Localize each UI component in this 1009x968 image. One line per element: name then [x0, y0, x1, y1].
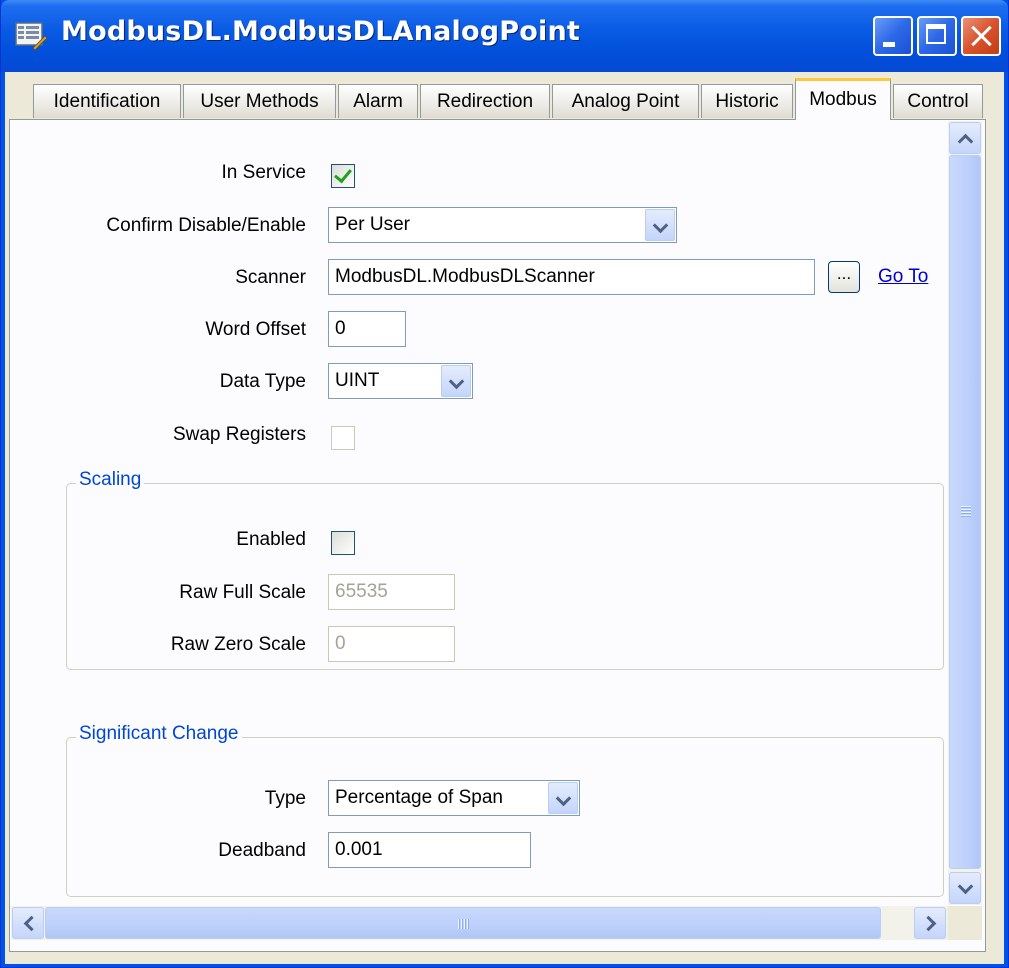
vertical-scroll-thumb[interactable] — [949, 155, 981, 869]
tab-identification[interactable]: Identification — [33, 84, 181, 118]
scaling-enabled-checkbox[interactable] — [331, 531, 355, 555]
checkmark-icon — [334, 164, 352, 184]
deadband-label: Deadband — [218, 840, 306, 861]
scroll-right-button[interactable] — [914, 907, 946, 939]
chevron-down-icon[interactable] — [645, 209, 675, 241]
tab-redirection[interactable]: Redirection — [420, 84, 550, 118]
tab-analog-point[interactable]: Analog Point — [552, 84, 699, 118]
dialog-window: ModbusDL.ModbusDLAnalogPoint Identificat… — [0, 0, 1009, 968]
significant-change-group-title: Significant Change — [76, 723, 242, 745]
horizontal-scroll-thumb[interactable] — [45, 907, 881, 939]
scanner-field[interactable]: ModbusDL.ModbusDLScanner — [328, 259, 815, 295]
browse-scanner-button[interactable]: ... — [828, 261, 860, 293]
chevron-down-icon[interactable] — [548, 782, 578, 814]
grip-icon — [458, 919, 470, 929]
word-offset-field[interactable]: 0 — [328, 311, 406, 347]
scrollbar-corner — [948, 906, 982, 940]
vertical-scrollbar[interactable] — [948, 121, 982, 905]
scroll-left-button[interactable] — [12, 907, 44, 939]
deadband-field[interactable]: 0.001 — [328, 832, 531, 868]
raw-zero-scale-label: Raw Zero Scale — [170, 634, 306, 655]
scaling-group-title: Scaling — [76, 469, 145, 491]
tab-alarm[interactable]: Alarm — [338, 84, 418, 118]
swap-registers-label: Swap Registers — [172, 424, 306, 445]
grip-icon — [961, 506, 971, 518]
maximize-button[interactable] — [917, 16, 957, 56]
confirm-disable-enable-label: Confirm Disable/Enable — [106, 215, 306, 236]
significant-change-type-label: Type — [264, 788, 306, 809]
go-to-link[interactable]: Go To — [878, 266, 928, 288]
horizontal-scrollbar[interactable] — [11, 906, 948, 940]
data-type-label: Data Type — [219, 371, 306, 392]
significant-change-group — [66, 737, 944, 897]
close-button[interactable] — [961, 16, 1001, 56]
form-icon — [15, 22, 47, 51]
raw-zero-scale-field[interactable]: 0 — [328, 626, 455, 662]
word-offset-label: Word Offset — [205, 319, 306, 340]
minimize-button[interactable] — [873, 16, 913, 56]
tab-modbus[interactable]: Modbus — [795, 78, 891, 120]
tab-control[interactable]: Control — [893, 84, 983, 118]
chevron-down-icon[interactable] — [441, 365, 471, 397]
significant-change-type-select[interactable]: Percentage of Span — [328, 780, 580, 816]
raw-full-scale-label: Raw Full Scale — [179, 582, 306, 603]
in-service-label: In Service — [221, 162, 306, 183]
scroll-down-button[interactable] — [949, 872, 981, 904]
tab-user-methods[interactable]: User Methods — [183, 84, 336, 118]
tab-historic[interactable]: Historic — [701, 84, 793, 118]
window-title: ModbusDL.ModbusDLAnalogPoint — [61, 16, 581, 47]
scanner-label: Scanner — [235, 267, 306, 288]
tab-strip: Identification User Methods Alarm Redire… — [5, 72, 1004, 120]
scroll-up-button[interactable] — [949, 122, 981, 154]
data-type-select[interactable]: UINT — [328, 363, 473, 399]
scaling-enabled-label: Enabled — [236, 529, 306, 550]
title-bar[interactable]: ModbusDL.ModbusDLAnalogPoint — [1, 0, 1008, 72]
modbus-panel: In Service Confirm Disable/Enable Per Us… — [9, 119, 986, 952]
dialog-body: Identification User Methods Alarm Redire… — [5, 72, 1004, 964]
in-service-checkbox[interactable] — [331, 164, 355, 188]
raw-full-scale-field[interactable]: 65535 — [328, 574, 455, 610]
confirm-disable-enable-select[interactable]: Per User — [328, 207, 677, 243]
swap-registers-checkbox[interactable] — [331, 426, 355, 450]
